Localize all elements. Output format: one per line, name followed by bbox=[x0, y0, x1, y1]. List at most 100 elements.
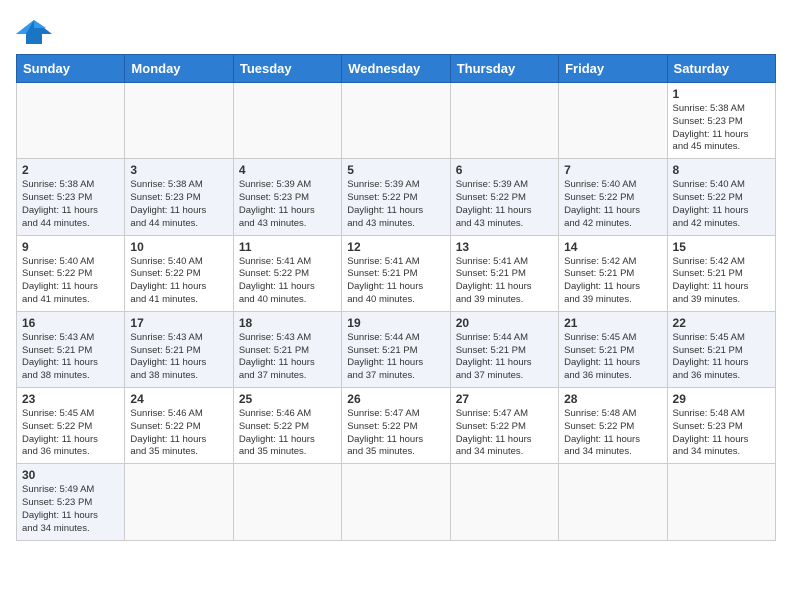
day-number: 10 bbox=[130, 240, 227, 254]
day-number: 27 bbox=[456, 392, 553, 406]
calendar-cell: 14 Sunrise: 5:42 AM Sunset: 5:21 PM Dayli… bbox=[559, 235, 667, 311]
calendar-cell: 13 Sunrise: 5:41 AM Sunset: 5:21 PM Dayli… bbox=[450, 235, 558, 311]
day-info: Sunrise: 5:43 AM Sunset: 5:21 PM Dayligh… bbox=[22, 332, 119, 383]
day-number: 6 bbox=[456, 163, 553, 177]
day-number: 3 bbox=[130, 163, 227, 177]
calendar-cell: 8 Sunrise: 5:40 AM Sunset: 5:22 PM Daylig… bbox=[667, 159, 775, 235]
day-info: Sunrise: 5:39 AM Sunset: 5:22 PM Dayligh… bbox=[347, 179, 444, 230]
calendar-week-row: 30 Sunrise: 5:49 AM Sunset: 5:23 PM Dayli… bbox=[17, 464, 776, 540]
calendar-cell: 5 Sunrise: 5:39 AM Sunset: 5:22 PM Daylig… bbox=[342, 159, 450, 235]
calendar-cell: 12 Sunrise: 5:41 AM Sunset: 5:21 PM Dayli… bbox=[342, 235, 450, 311]
calendar-week-row: 16Sunrise: 5:43 AM Sunset: 5:21 PM Dayli… bbox=[17, 311, 776, 387]
calendar-cell bbox=[667, 464, 775, 540]
day-number: 8 bbox=[673, 163, 770, 177]
calendar-cell: 2 Sunrise: 5:38 AM Sunset: 5:23 PM Daylig… bbox=[17, 159, 125, 235]
calendar-cell bbox=[233, 464, 341, 540]
day-number: 11 bbox=[239, 240, 336, 254]
day-number: 22 bbox=[673, 316, 770, 330]
calendar-cell: 27 Sunrise: 5:47 AM Sunset: 5:22 PM Dayli… bbox=[450, 388, 558, 464]
calendar-cell bbox=[17, 83, 125, 159]
calendar-cell bbox=[450, 83, 558, 159]
day-info: Sunrise: 5:38 AM Sunset: 5:23 PM Dayligh… bbox=[673, 103, 770, 154]
day-number: 2 bbox=[22, 163, 119, 177]
calendar-cell: 29 Sunrise: 5:48 AM Sunset: 5:23 PM Dayli… bbox=[667, 388, 775, 464]
day-number: 12 bbox=[347, 240, 444, 254]
day-info: Sunrise: 5:46 AM Sunset: 5:22 PM Dayligh… bbox=[130, 408, 227, 459]
weekday-header: Friday bbox=[559, 55, 667, 83]
calendar-cell: 7Sunrise: 5:40 AM Sunset: 5:22 PM Daylig… bbox=[559, 159, 667, 235]
calendar-table: SundayMondayTuesdayWednesdayThursdayFrid… bbox=[16, 54, 776, 541]
day-info: Sunrise: 5:49 AM Sunset: 5:23 PM Dayligh… bbox=[22, 484, 119, 535]
day-number: 14 bbox=[564, 240, 661, 254]
calendar-cell: 28Sunrise: 5:48 AM Sunset: 5:22 PM Dayli… bbox=[559, 388, 667, 464]
calendar-cell: 23 Sunrise: 5:45 AM Sunset: 5:22 PM Dayli… bbox=[17, 388, 125, 464]
day-number: 29 bbox=[673, 392, 770, 406]
day-info: Sunrise: 5:40 AM Sunset: 5:22 PM Dayligh… bbox=[22, 256, 119, 307]
day-info: Sunrise: 5:47 AM Sunset: 5:22 PM Dayligh… bbox=[347, 408, 444, 459]
calendar-cell: 3 Sunrise: 5:38 AM Sunset: 5:23 PM Daylig… bbox=[125, 159, 233, 235]
logo bbox=[16, 16, 56, 46]
calendar-week-row: 23 Sunrise: 5:45 AM Sunset: 5:22 PM Dayli… bbox=[17, 388, 776, 464]
calendar-cell: 25 Sunrise: 5:46 AM Sunset: 5:22 PM Dayli… bbox=[233, 388, 341, 464]
day-number: 28 bbox=[564, 392, 661, 406]
day-info: Sunrise: 5:47 AM Sunset: 5:22 PM Dayligh… bbox=[456, 408, 553, 459]
day-number: 23 bbox=[22, 392, 119, 406]
day-info: Sunrise: 5:41 AM Sunset: 5:21 PM Dayligh… bbox=[347, 256, 444, 307]
day-number: 13 bbox=[456, 240, 553, 254]
day-info: Sunrise: 5:48 AM Sunset: 5:23 PM Dayligh… bbox=[673, 408, 770, 459]
calendar-cell bbox=[125, 83, 233, 159]
day-number: 21 bbox=[564, 316, 661, 330]
calendar-cell bbox=[559, 464, 667, 540]
day-info: Sunrise: 5:38 AM Sunset: 5:23 PM Dayligh… bbox=[22, 179, 119, 230]
day-info: Sunrise: 5:43 AM Sunset: 5:21 PM Dayligh… bbox=[239, 332, 336, 383]
day-number: 7 bbox=[564, 163, 661, 177]
weekday-header: Monday bbox=[125, 55, 233, 83]
day-info: Sunrise: 5:46 AM Sunset: 5:22 PM Dayligh… bbox=[239, 408, 336, 459]
calendar-header-row: SundayMondayTuesdayWednesdayThursdayFrid… bbox=[17, 55, 776, 83]
calendar-cell: 10Sunrise: 5:40 AM Sunset: 5:22 PM Dayli… bbox=[125, 235, 233, 311]
calendar-cell: 4 Sunrise: 5:39 AM Sunset: 5:23 PM Daylig… bbox=[233, 159, 341, 235]
weekday-header: Thursday bbox=[450, 55, 558, 83]
calendar-cell: 16Sunrise: 5:43 AM Sunset: 5:21 PM Dayli… bbox=[17, 311, 125, 387]
logo-icon bbox=[16, 16, 52, 46]
day-info: Sunrise: 5:42 AM Sunset: 5:21 PM Dayligh… bbox=[564, 256, 661, 307]
day-number: 30 bbox=[22, 468, 119, 482]
weekday-header: Wednesday bbox=[342, 55, 450, 83]
day-number: 20 bbox=[456, 316, 553, 330]
day-number: 17 bbox=[130, 316, 227, 330]
weekday-header: Saturday bbox=[667, 55, 775, 83]
day-info: Sunrise: 5:45 AM Sunset: 5:21 PM Dayligh… bbox=[673, 332, 770, 383]
calendar-cell bbox=[342, 83, 450, 159]
calendar-cell: 11 Sunrise: 5:41 AM Sunset: 5:22 PM Dayli… bbox=[233, 235, 341, 311]
calendar-cell: 15Sunrise: 5:42 AM Sunset: 5:21 PM Dayli… bbox=[667, 235, 775, 311]
weekday-header: Tuesday bbox=[233, 55, 341, 83]
calendar-cell: 22 Sunrise: 5:45 AM Sunset: 5:21 PM Dayli… bbox=[667, 311, 775, 387]
day-number: 1 bbox=[673, 87, 770, 101]
page-header bbox=[16, 16, 776, 46]
calendar-cell: 17Sunrise: 5:43 AM Sunset: 5:21 PM Dayli… bbox=[125, 311, 233, 387]
calendar-cell: 9 Sunrise: 5:40 AM Sunset: 5:22 PM Daylig… bbox=[17, 235, 125, 311]
day-info: Sunrise: 5:38 AM Sunset: 5:23 PM Dayligh… bbox=[130, 179, 227, 230]
calendar-cell: 1 Sunrise: 5:38 AM Sunset: 5:23 PM Daylig… bbox=[667, 83, 775, 159]
day-info: Sunrise: 5:41 AM Sunset: 5:21 PM Dayligh… bbox=[456, 256, 553, 307]
day-number: 9 bbox=[22, 240, 119, 254]
day-number: 25 bbox=[239, 392, 336, 406]
day-info: Sunrise: 5:44 AM Sunset: 5:21 PM Dayligh… bbox=[347, 332, 444, 383]
day-number: 4 bbox=[239, 163, 336, 177]
calendar-cell bbox=[125, 464, 233, 540]
calendar-cell: 26Sunrise: 5:47 AM Sunset: 5:22 PM Dayli… bbox=[342, 388, 450, 464]
day-info: Sunrise: 5:45 AM Sunset: 5:21 PM Dayligh… bbox=[564, 332, 661, 383]
calendar-cell bbox=[559, 83, 667, 159]
day-info: Sunrise: 5:40 AM Sunset: 5:22 PM Dayligh… bbox=[673, 179, 770, 230]
day-info: Sunrise: 5:42 AM Sunset: 5:21 PM Dayligh… bbox=[673, 256, 770, 307]
calendar-cell: 6 Sunrise: 5:39 AM Sunset: 5:22 PM Daylig… bbox=[450, 159, 558, 235]
calendar-week-row: 2 Sunrise: 5:38 AM Sunset: 5:23 PM Daylig… bbox=[17, 159, 776, 235]
day-info: Sunrise: 5:45 AM Sunset: 5:22 PM Dayligh… bbox=[22, 408, 119, 459]
day-info: Sunrise: 5:39 AM Sunset: 5:22 PM Dayligh… bbox=[456, 179, 553, 230]
calendar-cell bbox=[342, 464, 450, 540]
day-number: 5 bbox=[347, 163, 444, 177]
calendar-cell: 18Sunrise: 5:43 AM Sunset: 5:21 PM Dayli… bbox=[233, 311, 341, 387]
calendar-cell bbox=[233, 83, 341, 159]
day-info: Sunrise: 5:39 AM Sunset: 5:23 PM Dayligh… bbox=[239, 179, 336, 230]
day-info: Sunrise: 5:41 AM Sunset: 5:22 PM Dayligh… bbox=[239, 256, 336, 307]
